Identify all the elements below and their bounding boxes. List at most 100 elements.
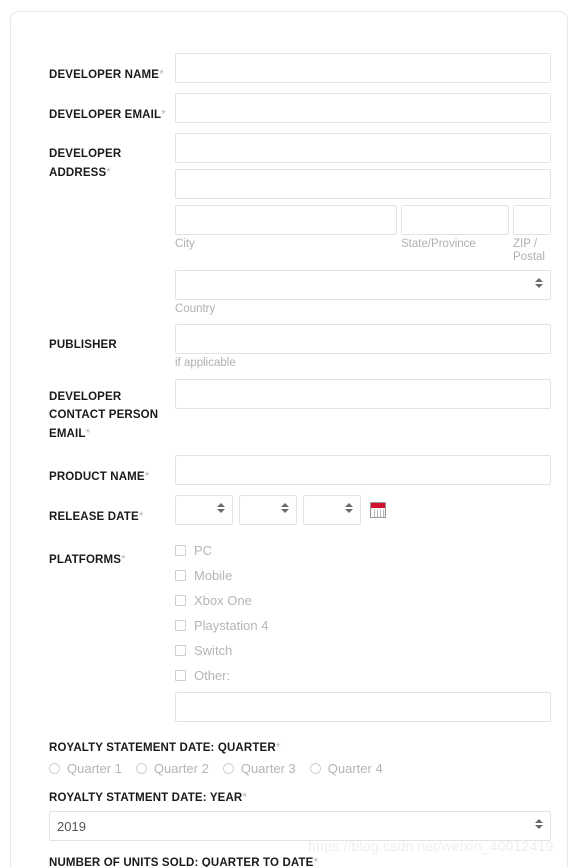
select-royalty-year[interactable] xyxy=(49,811,551,841)
block-number-of-units-sold: NUMBER OF UNITS SOLD: QUARTER TO DATE* xyxy=(49,855,551,867)
field-row-developer-address: DEVELOPER ADDRESS* City State/Province Z… xyxy=(49,133,551,316)
select-year-wrapper xyxy=(49,811,551,841)
block-royalty-statement-year: ROYALTY STATMENT DATE: YEAR* xyxy=(49,790,551,841)
checkbox-playstation-4[interactable] xyxy=(175,620,186,631)
required-asterisk: * xyxy=(161,107,166,121)
label-text: NUMBER OF UNITS SOLD: QUARTER TO DATE xyxy=(49,857,314,867)
field-row-platforms: PLATFORMS* PC Mobile Xbox One Playstatio… xyxy=(49,538,551,722)
radio-quarter-4[interactable] xyxy=(309,763,321,774)
radio-row-quarter-1[interactable]: Quarter 1 xyxy=(49,761,122,776)
input-address-zip[interactable] xyxy=(513,205,551,235)
required-asterisk: * xyxy=(275,740,281,754)
watermark: https://blog.csdn.net/weixin_40012419 xyxy=(308,838,554,854)
label-release-date: RELEASE DATE* xyxy=(49,495,175,526)
checkbox-label-xbox-one: Xbox One xyxy=(194,593,252,608)
select-release-month[interactable] xyxy=(175,495,233,525)
radio-label-quarter-3: Quarter 3 xyxy=(240,761,296,776)
select-release-year-wrapper xyxy=(303,495,361,525)
checkbox-label-other: Other: xyxy=(194,668,231,683)
address-city-state-zip: City State/Province ZIP / Postal xyxy=(175,205,551,264)
checkbox-row-playstation-4[interactable]: Playstation 4 xyxy=(175,613,551,638)
label-developer-address: DEVELOPER ADDRESS* xyxy=(49,133,175,182)
radio-row-quarter-4[interactable]: Quarter 4 xyxy=(309,761,383,776)
select-country-wrapper xyxy=(175,270,551,300)
sublabel-state: State/Province xyxy=(401,238,476,250)
label-developer-name: DEVELOPER NAME* xyxy=(49,53,175,84)
radio-label-quarter-2: Quarter 2 xyxy=(153,761,209,776)
select-release-month-wrapper xyxy=(175,495,233,525)
input-developer-contact-person-email[interactable] xyxy=(175,379,551,409)
select-country[interactable] xyxy=(175,270,551,300)
label-product-name: PRODUCT NAME* xyxy=(49,455,175,486)
radio-quarter-3[interactable] xyxy=(222,763,234,774)
sublabel-city: City xyxy=(175,238,195,250)
label-platforms: PLATFORMS* xyxy=(49,538,175,569)
label-publisher: PUBLISHER xyxy=(49,324,175,354)
label-number-of-units-sold: NUMBER OF UNITS SOLD: QUARTER TO DATE* xyxy=(49,855,551,867)
input-developer-name[interactable] xyxy=(175,53,551,83)
label-text: ROYALTY STATMENT DATE: YEAR xyxy=(49,792,243,804)
label-text: ROYALTY STATEMENT DATE: QUARTER xyxy=(49,742,276,754)
required-asterisk: * xyxy=(159,67,164,81)
quarter-radio-group: Quarter 1 Quarter 2 Quarter 3 Quarter 4 xyxy=(49,761,551,776)
checkbox-pc[interactable] xyxy=(175,545,186,556)
select-release-year[interactable] xyxy=(303,495,361,525)
field-row-release-date: RELEASE DATE* xyxy=(49,495,551,526)
select-release-day[interactable] xyxy=(239,495,297,525)
input-platform-other[interactable] xyxy=(175,692,551,722)
radio-label-quarter-4: Quarter 4 xyxy=(327,761,383,776)
field-row-publisher: PUBLISHER if applicable xyxy=(49,324,551,370)
checkbox-xbox-one[interactable] xyxy=(175,595,186,606)
required-asterisk: * xyxy=(313,855,319,867)
royalty-report-form: DEVELOPER NAME* DEVELOPER EMAIL* DEVELOP… xyxy=(49,53,551,867)
required-asterisk: * xyxy=(144,469,150,483)
sublabel-publisher: if applicable xyxy=(175,357,236,369)
required-asterisk: * xyxy=(138,509,144,523)
block-royalty-statement-quarter: ROYALTY STATEMENT DATE: QUARTER* Quarter… xyxy=(49,740,551,776)
required-asterisk: * xyxy=(242,790,248,804)
input-address-line-1[interactable] xyxy=(175,133,551,163)
checkbox-label-mobile: Mobile xyxy=(194,568,233,583)
label-text: PRODUCT NAME xyxy=(49,471,145,483)
label-text: PLATFORMS xyxy=(49,554,122,566)
field-row-developer-name: DEVELOPER NAME* xyxy=(49,53,551,84)
radio-quarter-2[interactable] xyxy=(135,763,147,774)
input-address-city[interactable] xyxy=(175,205,397,235)
checkbox-row-pc[interactable]: PC xyxy=(175,538,551,563)
calendar-icon[interactable] xyxy=(370,502,386,518)
checkbox-row-switch[interactable]: Switch xyxy=(175,638,551,663)
field-row-product-name: PRODUCT NAME* xyxy=(49,455,551,486)
required-asterisk: * xyxy=(85,426,91,440)
label-royalty-statement-year: ROYALTY STATMENT DATE: YEAR* xyxy=(49,790,551,804)
checkbox-label-pc: PC xyxy=(194,543,213,558)
checkbox-label-playstation-4: Playstation 4 xyxy=(194,618,269,633)
select-release-day-wrapper xyxy=(239,495,297,525)
checkbox-mobile[interactable] xyxy=(175,570,186,581)
radio-quarter-1[interactable] xyxy=(49,763,60,774)
checkbox-other[interactable] xyxy=(175,670,186,681)
platform-checkbox-list: PC Mobile Xbox One Playstation 4 Switch … xyxy=(175,538,551,688)
label-text: DEVELOPER NAME xyxy=(49,69,160,81)
input-publisher[interactable] xyxy=(175,324,551,354)
input-developer-email[interactable] xyxy=(175,93,551,123)
input-product-name[interactable] xyxy=(175,455,551,485)
label-royalty-statement-quarter: ROYALTY STATEMENT DATE: QUARTER* xyxy=(49,740,551,754)
radio-label-quarter-1: Quarter 1 xyxy=(67,761,122,776)
label-text: RELEASE DATE xyxy=(49,511,139,523)
checkbox-row-other[interactable]: Other: xyxy=(175,663,551,688)
required-asterisk: * xyxy=(106,165,112,179)
radio-row-quarter-3[interactable]: Quarter 3 xyxy=(222,761,296,776)
form-card: DEVELOPER NAME* DEVELOPER EMAIL* DEVELOP… xyxy=(10,11,568,867)
input-address-state[interactable] xyxy=(401,205,509,235)
checkbox-row-xbox-one[interactable]: Xbox One xyxy=(175,588,551,613)
input-address-line-2[interactable] xyxy=(175,169,551,199)
label-text: PUBLISHER xyxy=(49,339,117,351)
label-text: DEVELOPER CONTACT PERSON EMAIL xyxy=(49,391,159,440)
radio-row-quarter-2[interactable]: Quarter 2 xyxy=(135,761,209,776)
field-row-developer-email: DEVELOPER EMAIL* xyxy=(49,93,551,124)
label-developer-contact-person-email: DEVELOPER CONTACT PERSON EMAIL* xyxy=(49,379,175,443)
label-developer-email: DEVELOPER EMAIL* xyxy=(49,93,175,124)
checkbox-switch[interactable] xyxy=(175,645,186,656)
release-date-selects xyxy=(175,495,551,525)
checkbox-row-mobile[interactable]: Mobile xyxy=(175,563,551,588)
